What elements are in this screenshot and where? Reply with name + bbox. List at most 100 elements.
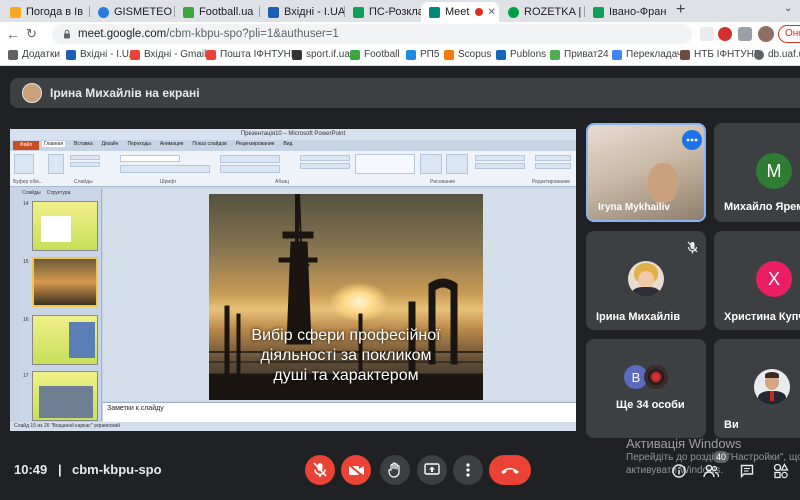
bookmark-label: Приват24 [564, 49, 609, 60]
more-options-button[interactable] [453, 455, 483, 485]
ppt-tab: Вид [283, 141, 293, 147]
more-options-icon[interactable] [682, 130, 702, 150]
more-participants-tile[interactable]: B Ще 34 особи [586, 339, 706, 438]
adblock-icon[interactable] [718, 27, 732, 41]
bookmark-item[interactable]: Перекладач [612, 49, 682, 60]
bookmark-item[interactable]: РП5 [406, 49, 439, 60]
browser-tab[interactable]: Івано-Фран ✕ [585, 2, 671, 22]
slide-number: 16 [23, 317, 29, 323]
leave-call-button[interactable] [489, 455, 531, 485]
bookmark-item[interactable]: sport.if.ua [292, 49, 350, 60]
shape-fill-icon [475, 155, 525, 161]
people-icon [703, 464, 719, 478]
tab-title: ПС-Розклад [369, 6, 421, 18]
browser-tab-active[interactable]: Meet ✕ [421, 2, 499, 22]
slide-title-line: душі та характером [273, 367, 419, 384]
current-slide: Вибір сфери професійної діяльності за по… [209, 194, 483, 400]
ppt-status-bar: Слайд 15 из 26 "Вощаной каркас" украинск… [10, 422, 576, 431]
privat-icon [550, 49, 560, 60]
ribbon-group-label: Шрифт [160, 179, 177, 185]
new-tab-button[interactable]: + [676, 1, 685, 19]
participant-tile[interactable]: M Михайло Яремч [714, 123, 800, 222]
separator: | [58, 462, 62, 477]
participant-name: Ще 34 особи [616, 399, 685, 411]
bookmark-item[interactable]: Publons [496, 49, 546, 60]
slide-thumbnail [32, 201, 98, 251]
ppt-tab: Главная [42, 141, 66, 147]
gmail-icon [206, 49, 216, 60]
self-tile[interactable]: Ви [714, 339, 800, 438]
self-avatar [754, 369, 790, 405]
bookmark-label: Перекладач [626, 49, 683, 60]
participant-avatar: M [756, 153, 792, 189]
apps-icon [8, 49, 18, 60]
profile-avatar[interactable] [758, 26, 774, 42]
raise-hand-button[interactable] [380, 455, 410, 485]
ribbon-group-label: Буфер обм... [13, 179, 43, 185]
slide-title: Вибір сфери професійної діяльності за по… [209, 326, 483, 386]
close-icon[interactable]: ✕ [487, 7, 495, 18]
participant-name: Христина Купча [724, 311, 800, 323]
extensions-icon[interactable] [738, 27, 752, 41]
meet-icon [429, 6, 440, 18]
bookmark-item[interactable]: НТБ ІФНТУНГ [680, 49, 759, 60]
browser-tab[interactable]: Погода в Ів ✕ [2, 2, 88, 22]
present-screen-button[interactable] [417, 455, 447, 485]
paragraph-icons [220, 155, 280, 163]
people-count-badge: 40 [713, 451, 730, 463]
bookmark-item[interactable]: Приват24 [550, 49, 609, 60]
mic-toggle-button[interactable] [305, 455, 335, 485]
people-button[interactable] [702, 462, 720, 480]
bookmark-label: РП5 [420, 49, 440, 60]
football-icon [350, 49, 360, 60]
bookmark-star-icon[interactable] [700, 27, 714, 41]
new-slide-icon [48, 154, 64, 174]
bookmark-item[interactable]: Пошта ІФНТУНГ [206, 49, 296, 60]
football-icon [183, 6, 194, 18]
meeting-details-button[interactable] [670, 462, 688, 480]
participant-name: Михайло Яремч [724, 201, 800, 213]
browser-toolbar: ← ↻ meet.google.com/cbm-kbpu-spo?pli=1&a… [0, 22, 800, 46]
bookmark-label: Пошта ІФНТУНГ [220, 49, 297, 60]
bookmark-item[interactable]: Додатки [8, 49, 60, 60]
camera-toggle-button[interactable] [341, 455, 371, 485]
activities-button[interactable] [772, 462, 790, 480]
chat-button[interactable] [738, 462, 756, 480]
ppt-tab: Вставка [74, 141, 93, 147]
close-icon[interactable]: ✕ [87, 7, 88, 18]
bookmark-label: Вхідні - I.UA [80, 49, 136, 60]
more-vert-icon [466, 463, 470, 477]
sheets-icon [593, 6, 604, 18]
bookmark-item[interactable]: Football [350, 49, 400, 60]
bookmark-label: sport.if.ua [306, 49, 350, 60]
browser-tab[interactable]: GISMETEO ✕ [90, 2, 174, 22]
tab-search-icon[interactable]: ⌄ [784, 3, 792, 14]
gismeteo-icon [98, 6, 109, 18]
bookmark-item[interactable]: db.uaf.u [754, 49, 800, 60]
shapes-icon [773, 463, 789, 479]
update-button[interactable]: Онов [778, 25, 800, 43]
back-icon[interactable]: ← [6, 26, 20, 42]
replace-icon [535, 163, 571, 169]
close-icon[interactable]: ✕ [670, 7, 671, 18]
participant-avatar [628, 261, 664, 297]
address-bar[interactable]: meet.google.com/cbm-kbpu-spo?pli=1&authu… [52, 24, 692, 44]
browser-tab[interactable]: Вхідні - I.UA ✕ [260, 2, 344, 22]
ribbon-group-label: Рисование [430, 179, 456, 185]
ppt-tab: Переходы [127, 141, 151, 147]
shapes-gallery-icon [355, 154, 415, 174]
chat-icon [740, 464, 754, 478]
participant-tile[interactable]: X Христина Купча [714, 231, 800, 330]
bookmark-item[interactable]: Scopus [444, 49, 491, 60]
windows-activation-title: Активація Windows [626, 436, 742, 451]
bookmark-item[interactable]: Вхідні - Gmail [130, 49, 206, 60]
browser-tab[interactable]: ПС-Розклад ✕ [345, 2, 421, 22]
browser-tab[interactable]: Football.ua ✕ [175, 2, 259, 22]
reload-icon[interactable]: ↻ [26, 26, 37, 42]
participant-tile-active[interactable]: Ігупа Mykhailiv [586, 123, 706, 222]
url-path: /cbm-kbpu-spo?pli=1&authuser=1 [166, 28, 339, 40]
participant-tile[interactable]: Ірина Михайлів [586, 231, 706, 330]
browser-tab[interactable]: ROZETKA | ✕ [500, 2, 584, 22]
bookmarks-bar: Додатки Вхідні - I.UA Вхідні - Gmail Пош… [0, 46, 800, 66]
bookmark-item[interactable]: Вхідні - I.UA [66, 49, 136, 60]
